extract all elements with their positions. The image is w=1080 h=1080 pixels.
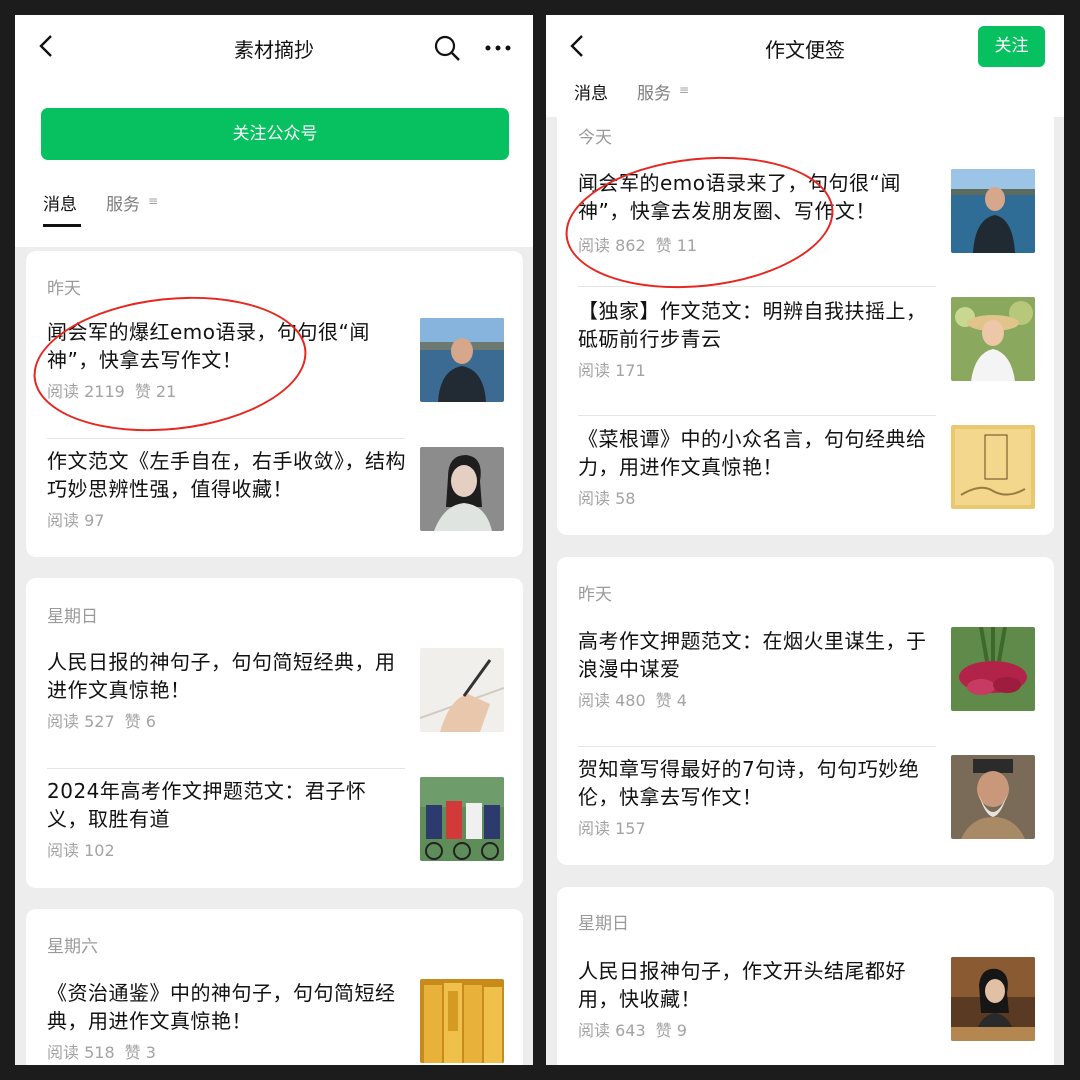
read-count: 阅读 97 <box>47 511 105 530</box>
article-stats: 阅读 58 <box>578 485 645 509</box>
article-stats: 阅读 2119 赞 21 <box>47 378 186 402</box>
article-stats: 阅读 480 赞 4 <box>578 687 697 711</box>
article-title[interactable]: 【独家】作文范文：明辨自我扶摇上，砥砺前行步青云 <box>578 297 938 353</box>
follow-button[interactable]: 关注 <box>978 26 1045 67</box>
article-thumbnail[interactable] <box>951 425 1035 509</box>
article-item[interactable]: 闻会军的爆红emo语录，句句很“闻神”，快拿去写作文！ 阅读 2119 赞 21 <box>47 318 505 434</box>
divider <box>47 768 405 769</box>
more-options-icon[interactable] <box>483 34 513 62</box>
date-label: 星期六 <box>47 937 98 957</box>
article-thumbnail[interactable] <box>420 318 504 402</box>
read-count: 阅读 157 <box>578 819 646 838</box>
article-thumbnail[interactable] <box>951 627 1035 711</box>
top-bar: 素材摘抄 <box>15 15 533 77</box>
article-thumbnail[interactable] <box>951 755 1035 839</box>
like-count: 赞 9 <box>655 1021 687 1040</box>
date-group-card: 星期日 人民日报的神句子，句句简短经典，用进作文真惊艳！ 阅读 527 赞 6 2… <box>26 578 523 888</box>
article-item[interactable]: 人民日报神句子，作文开头结尾都好用，快收藏！ 阅读 643 赞 9 <box>578 957 1036 1065</box>
article-stats: 阅读 643 赞 9 <box>578 1017 697 1041</box>
divider <box>47 438 405 439</box>
right-account-screen: 作文便签 关注 消息 服务 ≡ 今天 闻会军的emo语录来了，句句很“闻神”，快… <box>546 15 1064 1065</box>
article-thumbnail[interactable] <box>951 169 1035 253</box>
follow-account-button[interactable]: 关注公众号 <box>41 108 509 160</box>
search-icon[interactable] <box>433 34 461 62</box>
article-title[interactable]: 贺知章写得最好的7句诗，句句巧妙绝伦，快拿去写作文！ <box>578 755 938 811</box>
article-title[interactable]: 《菜根谭》中的小众名言，句句经典给力，用进作文真惊艳！ <box>578 425 938 481</box>
article-title[interactable]: 高考作文押题范文：在烟火里谋生，于浪漫中谋爱 <box>578 627 938 683</box>
article-item[interactable]: 作文范文《左手自在，右手收敛》，结构巧妙思辨性强，值得收藏！ 阅读 97 <box>47 447 505 563</box>
article-title[interactable]: 人民日报神句子，作文开头结尾都好用，快收藏！ <box>578 957 938 1013</box>
article-item[interactable]: 2024年高考作文押题范文：君子怀义，取胜有道 阅读 102 <box>47 777 505 893</box>
date-label: 昨天 <box>47 279 81 299</box>
article-item[interactable]: 高考作文押题范文：在烟火里谋生，于浪漫中谋爱 阅读 480 赞 4 <box>578 627 1036 743</box>
read-count: 阅读 862 <box>578 236 646 255</box>
article-thumbnail[interactable] <box>420 648 504 732</box>
article-stats: 阅读 527 赞 6 <box>47 708 166 732</box>
article-title[interactable]: 闻会军的爆红emo语录，句句很“闻神”，快拿去写作文！ <box>47 318 407 374</box>
active-tab-underline <box>43 224 81 227</box>
read-count: 阅读 527 <box>47 712 115 731</box>
article-stats: 阅读 102 <box>47 837 125 861</box>
date-label: 星期日 <box>578 914 629 934</box>
date-group-card: 星期六 《资治通鉴》中的神句子，句句简短经典，用进作文真惊艳！ 阅读 518 赞 … <box>26 909 523 1065</box>
left-account-screen: 素材摘抄 关注公众号 消息 服务 ≡ 昨天 闻会军的爆红emo语录，句句很“闻神… <box>15 15 533 1065</box>
date-group-card: 星期日 人民日报神句子，作文开头结尾都好用，快收藏！ 阅读 643 赞 9 <box>557 887 1054 1065</box>
article-title[interactable]: 2024年高考作文押题范文：君子怀义，取胜有道 <box>47 777 407 833</box>
article-item[interactable]: 闻会军的emo语录来了，句句很“闻神”，快拿去发朋友圈、写作文！ 阅读 862 赞… <box>578 169 1036 285</box>
read-count: 阅读 518 <box>47 1043 115 1062</box>
date-label: 星期日 <box>47 607 98 627</box>
like-count: 赞 4 <box>655 691 687 710</box>
article-stats: 阅读 518 赞 3 <box>47 1039 166 1063</box>
date-group-card: 昨天 高考作文押题范文：在烟火里谋生，于浪漫中谋爱 阅读 480 赞 4 贺知章写… <box>557 557 1054 865</box>
article-title[interactable]: 人民日报的神句子，句句简短经典，用进作文真惊艳！ <box>47 648 407 704</box>
date-group-card: 昨天 闻会军的爆红emo语录，句句很“闻神”，快拿去写作文！ 阅读 2119 赞 … <box>26 251 523 557</box>
like-count: 赞 11 <box>655 236 698 255</box>
article-thumbnail[interactable] <box>420 447 504 531</box>
article-stats: 阅读 171 <box>578 357 656 381</box>
date-group-card: 今天 闻会军的emo语录来了，句句很“闻神”，快拿去发朋友圈、写作文！ 阅读 8… <box>557 105 1054 535</box>
tab-services[interactable]: 服务 <box>637 79 671 104</box>
article-title[interactable]: 闻会军的emo语录来了，句句很“闻神”，快拿去发朋友圈、写作文！ <box>578 169 938 225</box>
article-thumbnail[interactable] <box>420 777 504 861</box>
read-count: 阅读 643 <box>578 1021 646 1040</box>
read-count: 阅读 102 <box>47 841 115 860</box>
read-count: 阅读 480 <box>578 691 646 710</box>
tab-services[interactable]: 服务 <box>106 190 140 215</box>
article-thumbnail[interactable] <box>951 297 1035 381</box>
article-title[interactable]: 作文范文《左手自在，右手收敛》，结构巧妙思辨性强，值得收藏！ <box>47 447 407 503</box>
read-count: 阅读 171 <box>578 361 646 380</box>
tab-bar: 消息 服务 ≡ <box>15 190 533 234</box>
article-item[interactable]: 贺知章写得最好的7句诗，句句巧妙绝伦，快拿去写作文！ 阅读 157 <box>578 755 1036 871</box>
article-item[interactable]: 《资治通鉴》中的神句子，句句简短经典，用进作文真惊艳！ 阅读 518 赞 3 <box>47 979 505 1065</box>
date-label: 今天 <box>578 128 612 148</box>
like-count: 赞 3 <box>124 1043 156 1062</box>
divider <box>578 286 936 287</box>
article-stats: 阅读 862 赞 11 <box>578 232 707 256</box>
tab-messages[interactable]: 消息 <box>574 79 608 104</box>
tab-messages[interactable]: 消息 <box>43 190 77 215</box>
services-menu-icon[interactable]: ≡ <box>148 194 158 208</box>
divider <box>578 746 936 747</box>
article-thumbnail[interactable] <box>951 957 1035 1041</box>
divider <box>578 415 936 416</box>
read-count: 阅读 2119 <box>47 382 125 401</box>
article-item[interactable]: 《菜根谭》中的小众名言，句句经典给力，用进作文真惊艳！ 阅读 58 <box>578 425 1036 541</box>
date-label: 昨天 <box>578 585 612 605</box>
services-menu-icon[interactable]: ≡ <box>679 83 689 97</box>
article-title[interactable]: 《资治通鉴》中的神句子，句句简短经典，用进作文真惊艳！ <box>47 979 407 1035</box>
article-thumbnail[interactable] <box>420 979 504 1063</box>
article-stats: 阅读 157 <box>578 815 656 839</box>
read-count: 阅读 58 <box>578 489 636 508</box>
like-count: 赞 21 <box>134 382 177 401</box>
article-item[interactable]: 【独家】作文范文：明辨自我扶摇上，砥砺前行步青云 阅读 171 <box>578 297 1036 413</box>
like-count: 赞 6 <box>124 712 156 731</box>
top-bar: 作文便签 关注 <box>546 15 1064 77</box>
article-item[interactable]: 人民日报的神句子，句句简短经典，用进作文真惊艳！ 阅读 527 赞 6 <box>47 648 505 764</box>
article-stats: 阅读 97 <box>47 507 114 531</box>
